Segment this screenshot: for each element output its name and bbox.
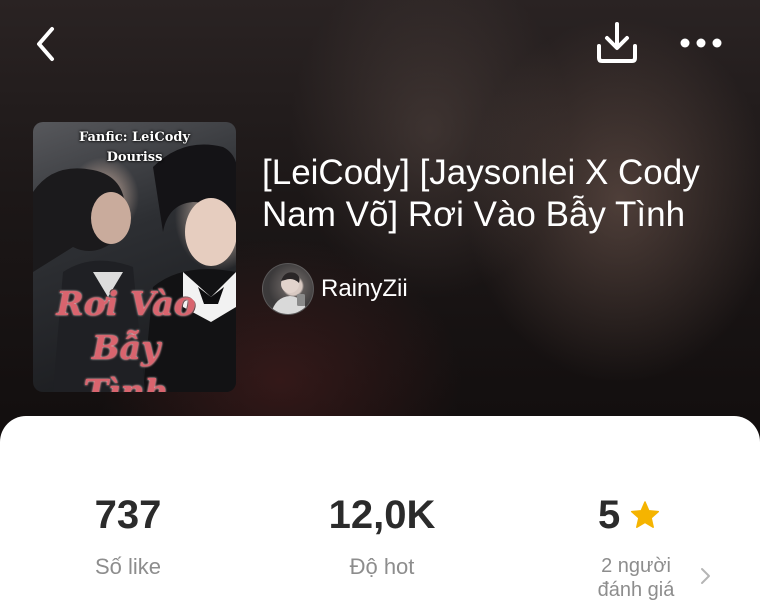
download-icon [597,22,637,63]
rating-count-line2: đánh giá [597,579,675,601]
more-options-button[interactable] [676,30,726,56]
book-title: [LeiCody] [Jaysonlei X Cody Nam Võ] Rơi … [262,153,700,234]
cover-title-line2: Bẫy Tình [83,328,169,392]
rating-value: 5 [598,493,621,537]
author-avatar [262,263,314,315]
avatar-image [271,272,307,314]
rating-row: 5 [560,492,700,538]
cover-caption-line1: Fanfic: LeiCody [78,130,191,145]
stat-likes: 737 Số like [50,492,206,580]
stat-rating[interactable]: 5 [560,492,700,538]
chevron-left-icon [37,27,54,61]
stat-hot: 12,0K Độ hot [302,492,462,580]
top-bar [0,0,760,90]
star-icon [630,501,660,528]
hot-value: 12,0K [328,493,436,537]
likes-value: 737 [94,493,162,537]
chevron-right-icon[interactable] [698,566,712,586]
back-button[interactable] [30,24,64,64]
download-button[interactable] [594,20,640,66]
cover-title: Rơi Vào Bẫy Tình [51,282,201,392]
more-horizontal-icon [680,38,722,48]
rating-count-line1: 2 người [601,555,671,577]
book-cover[interactable]: Fanfic: LeiCody Douriss Rơi Vào Bẫy Tình [33,122,236,392]
hot-label: Độ hot [349,554,415,579]
author-name: RainyZii [321,275,408,302]
cover-title-line1: Rơi Vào [56,284,196,323]
cover-caption: Fanfic: LeiCody Douriss [33,128,236,168]
likes-label: Số like [94,554,162,579]
rating-count[interactable]: 2 người đánh giá [586,554,686,602]
cover-caption-line2: Douriss [106,150,163,165]
